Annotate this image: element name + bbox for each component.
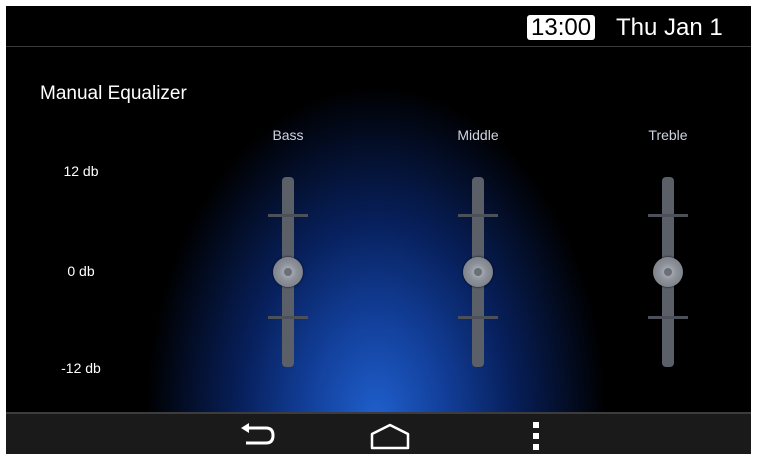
overflow-menu-icon [533, 422, 539, 450]
home-button[interactable] [360, 418, 420, 454]
middle-slider[interactable] [448, 177, 508, 367]
page-title: Manual Equalizer [40, 83, 187, 104]
treble-slider[interactable] [638, 177, 698, 367]
slider-tick [268, 316, 308, 319]
band-label-treble: Treble [648, 127, 688, 143]
slider-tick [648, 214, 688, 217]
back-icon [241, 423, 275, 445]
clock: 13:00 [527, 15, 596, 40]
bass-slider-knob[interactable] [273, 257, 303, 287]
slider-tick [268, 214, 308, 217]
overflow-menu-button[interactable] [506, 418, 566, 454]
bass-slider[interactable] [258, 177, 318, 367]
home-icon [370, 423, 410, 450]
equalizer-panel: Manual Equalizer 12 db 0 db -12 db Bass … [6, 47, 751, 412]
middle-slider-knob[interactable] [463, 257, 493, 287]
equalizer-screen: 13:00 Thu Jan 1 Manual Equalizer 12 db 0… [6, 6, 751, 454]
navigation-bar [6, 412, 751, 454]
band-label-middle: Middle [457, 127, 499, 143]
scale-label-max: 12 db [63, 163, 99, 179]
date: Thu Jan 1 [616, 14, 723, 41]
scale-label-min: -12 db [61, 360, 101, 376]
treble-slider-knob[interactable] [653, 257, 683, 287]
status-bar: 13:00 Thu Jan 1 [6, 6, 751, 47]
slider-tick [458, 214, 498, 217]
slider-tick [648, 316, 688, 319]
band-label-bass: Bass [272, 127, 304, 143]
back-button[interactable] [226, 418, 286, 454]
slider-tick [458, 316, 498, 319]
scale-label-zero: 0 db [67, 263, 95, 279]
